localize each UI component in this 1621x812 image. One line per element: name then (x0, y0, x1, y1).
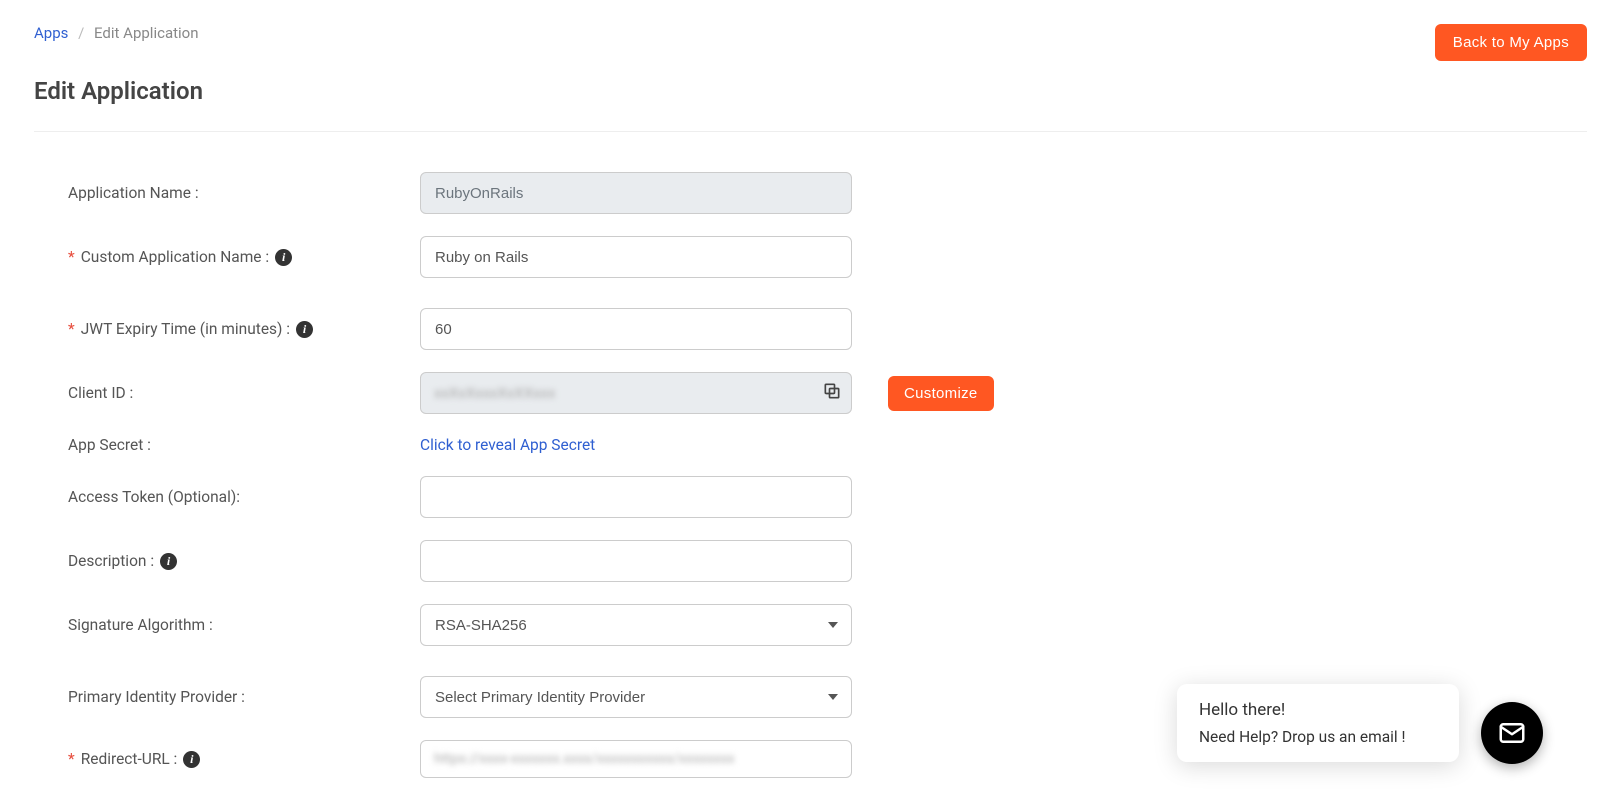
mail-icon (1497, 718, 1527, 748)
required-marker: * (68, 248, 75, 266)
jwt-expiry-label-text: JWT Expiry Time (in minutes) : (81, 320, 290, 338)
custom-application-name-label: * Custom Application Name : i (68, 248, 420, 266)
info-icon[interactable]: i (275, 249, 292, 266)
access-token-input[interactable] (420, 476, 852, 518)
help-chat-popup: Hello there! Need Help? Drop us an email… (1177, 684, 1459, 762)
back-to-my-apps-button[interactable]: Back to My Apps (1435, 24, 1587, 61)
application-name-label: Application Name : (68, 184, 420, 202)
chat-fab-button[interactable] (1481, 702, 1543, 764)
breadcrumb-apps-link[interactable]: Apps (34, 24, 68, 42)
custom-application-name-label-text: Custom Application Name : (81, 248, 269, 266)
jwt-expiry-label: * JWT Expiry Time (in minutes) : i (68, 320, 420, 338)
info-icon[interactable]: i (160, 553, 177, 570)
redirect-url-label-text: Redirect-URL : (81, 750, 178, 768)
primary-identity-provider-label: Primary Identity Provider : (68, 688, 420, 706)
client-id-input (420, 372, 852, 414)
access-token-label: Access Token (Optional): (68, 488, 420, 506)
client-id-label-text: Client ID : (68, 384, 133, 402)
required-marker: * (68, 750, 75, 768)
signature-algorithm-label: Signature Algorithm : (68, 616, 420, 634)
description-input[interactable] (420, 540, 852, 582)
divider (34, 131, 1587, 132)
primary-identity-provider-label-text: Primary Identity Provider : (68, 688, 245, 706)
reveal-app-secret-link[interactable]: Click to reveal App Secret (420, 436, 595, 454)
help-chat-line1: Hello there! (1199, 700, 1437, 720)
breadcrumb-separator: / (78, 24, 84, 42)
application-name-input (420, 172, 852, 214)
info-icon[interactable]: i (183, 751, 200, 768)
breadcrumb: Apps / Edit Application (34, 24, 199, 42)
app-secret-label-text: App Secret : (68, 436, 151, 454)
signature-algorithm-label-text: Signature Algorithm : (68, 616, 213, 634)
description-label: Description : i (68, 552, 420, 570)
info-icon[interactable]: i (296, 321, 313, 338)
signature-algorithm-select[interactable]: RSA-SHA256 (420, 604, 852, 646)
jwt-expiry-input[interactable] (420, 308, 852, 350)
redirect-url-label: * Redirect-URL : i (68, 750, 420, 768)
app-secret-label: App Secret : (68, 436, 420, 454)
page-title: Edit Application (34, 77, 1587, 105)
customize-button[interactable]: Customize (888, 376, 994, 411)
application-name-label-text: Application Name : (68, 184, 199, 202)
copy-icon[interactable] (822, 381, 842, 405)
access-token-label-text: Access Token (Optional): (68, 488, 240, 506)
client-id-label: Client ID : (68, 384, 420, 402)
required-marker: * (68, 320, 75, 338)
breadcrumb-current: Edit Application (94, 24, 198, 42)
primary-identity-provider-select[interactable]: Select Primary Identity Provider (420, 676, 852, 718)
help-chat-line2: Need Help? Drop us an email ! (1199, 728, 1437, 746)
custom-application-name-input[interactable] (420, 236, 852, 278)
description-label-text: Description : (68, 552, 154, 570)
redirect-url-input[interactable] (420, 740, 852, 778)
